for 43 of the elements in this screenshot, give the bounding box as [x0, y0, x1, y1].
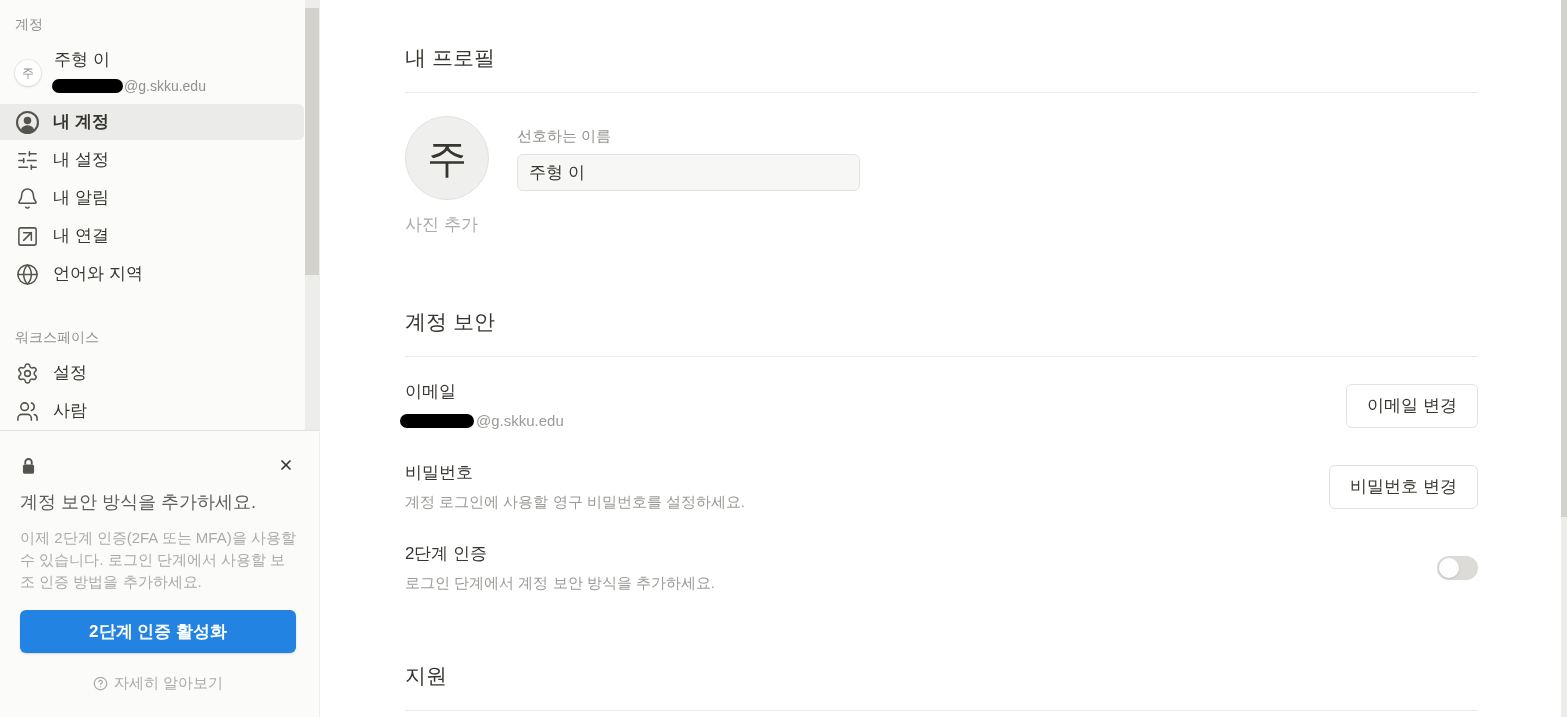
- profile-name: 주형 이: [54, 49, 111, 71]
- bell-icon: [16, 186, 39, 210]
- setting-detail: @g.skku.edu: [476, 411, 564, 431]
- help-icon: [92, 675, 108, 691]
- profile-email: @g.skku.edu: [124, 77, 206, 96]
- setting-label: 비밀번호: [405, 462, 474, 484]
- sidebar-item[interactable]: 내 설정: [0, 142, 304, 178]
- field-label: 선호하는 이름: [517, 126, 613, 146]
- setting-detail: 로그인 단계에서 계정 보안 방식을 추가하세요.: [405, 573, 715, 593]
- sliders-icon: [16, 148, 39, 172]
- setting-detail: 계정 로그인에 사용할 영구 비밀번호를 설정하세요.: [405, 492, 745, 512]
- scrollbar-thumb[interactable]: [305, 8, 319, 275]
- account-icon: [16, 110, 39, 134]
- sidebar-item[interactable]: 사람: [0, 393, 304, 429]
- change-button[interactable]: 비밀번호 변경: [1329, 465, 1478, 509]
- settings-icon: [16, 361, 39, 385]
- close-button[interactable]: [278, 457, 294, 473]
- sidebar-item[interactable]: 설정: [0, 355, 304, 391]
- section-title: 계정 보안: [405, 309, 496, 335]
- change-button[interactable]: 이메일 변경: [1346, 384, 1478, 428]
- setting-label: 2단계 인증: [405, 543, 489, 565]
- name-input[interactable]: 주형 이: [517, 154, 860, 191]
- sidebar-item[interactable]: 내 연결: [0, 218, 304, 254]
- arrow-square-icon: [16, 224, 39, 248]
- section-label: 계정: [14, 15, 44, 34]
- section-title: 내 프로필: [405, 45, 496, 71]
- section-title: 지원: [405, 663, 448, 689]
- lock-icon: [22, 456, 35, 474]
- avatar[interactable]: 주: [405, 116, 489, 200]
- prompt-description: 이제 2단계 인증(2FA 또는 MFA)을 사용할 수 있습니다. 로그인 단계에서 사용할 보조 인증 방법을 추가하세요.: [20, 528, 296, 592]
- sidebar-item[interactable]: 언어와 지역: [0, 256, 304, 292]
- prompt-title: 계정 보안 방식을 추가하세요.: [20, 491, 257, 514]
- sidebar-item[interactable]: 내 알림: [0, 180, 304, 216]
- scrollbar-thumb[interactable]: [1561, 0, 1567, 517]
- setting-label: 이메일: [405, 381, 457, 403]
- enable-2fa-button[interactable]: 2단계 인증 활성화: [20, 610, 296, 653]
- globe-icon: [16, 262, 39, 286]
- section-label: 워크스페이스: [14, 328, 100, 347]
- close-icon: [278, 457, 294, 473]
- avatar: 주: [15, 60, 41, 86]
- people-icon: [16, 399, 39, 423]
- toggle-switch[interactable]: [1437, 556, 1478, 580]
- sidebar-item[interactable]: 내 계정: [0, 104, 304, 140]
